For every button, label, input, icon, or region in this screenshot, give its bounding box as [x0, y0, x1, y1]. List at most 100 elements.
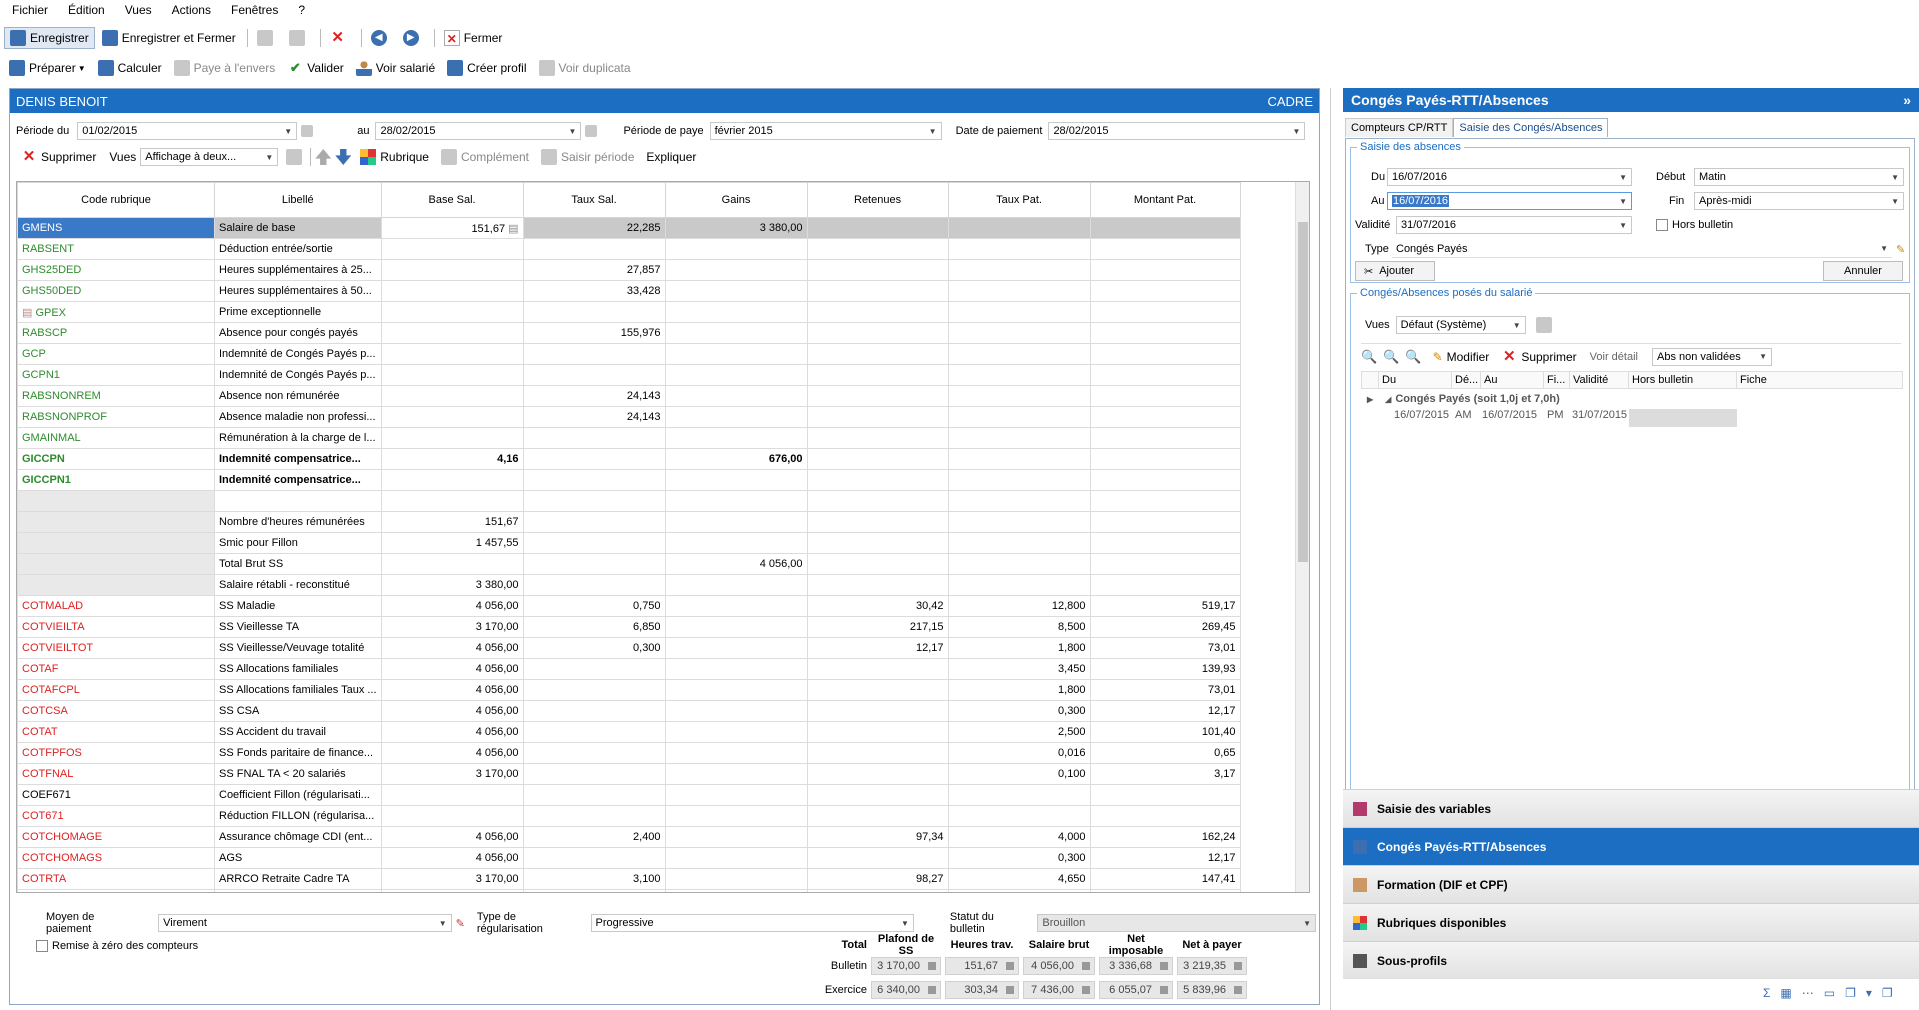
cell-base[interactable] [380, 280, 524, 302]
menu-item[interactable]: ? [298, 3, 305, 17]
cell-mpat[interactable] [1089, 238, 1241, 260]
cell-label[interactable]: Heures supplémentaires à 25... [214, 259, 382, 281]
menu-item[interactable]: Édition [68, 3, 105, 17]
cell-code[interactable]: COTFNAL [17, 763, 215, 785]
cell-gains[interactable] [664, 469, 808, 491]
cell-code[interactable]: COTAT [17, 721, 215, 743]
cell-base[interactable]: 4 056,00 [380, 679, 524, 701]
calendar-icon[interactable] [301, 125, 314, 137]
leave-column-header[interactable]: Fi... [1543, 372, 1569, 388]
print-preview-button[interactable] [284, 27, 314, 49]
table-row[interactable]: COTAFCPL SS Allocations familiales Taux .… [17, 679, 1241, 701]
windows-icon[interactable]: ❐ [1882, 986, 1893, 1000]
cell-mpat[interactable] [1089, 784, 1241, 806]
cell-taux[interactable]: 27,857 [522, 259, 666, 281]
grid-settings-icon[interactable] [1535, 317, 1552, 333]
cell-code[interactable]: GHS50DED [17, 280, 215, 302]
cell-code[interactable]: COTCHOMAGS [17, 847, 215, 869]
cell-gains[interactable] [664, 259, 808, 281]
cell-taux[interactable] [522, 490, 666, 512]
cell-taux[interactable]: 33,428 [522, 280, 666, 302]
view-duplicate-button[interactable]: Voir duplicata [534, 57, 636, 79]
status-select[interactable]: Brouillon ▼ [1037, 914, 1317, 932]
cell-label[interactable]: Absence non rémunérée [214, 385, 382, 407]
add-button[interactable]: ✂ Ajouter [1355, 261, 1435, 281]
expand-icon[interactable]: ▶ [1367, 395, 1373, 404]
table-row[interactable]: RABSCP Absence pour congés payés 155,976 [17, 322, 1241, 344]
table-row[interactable]: Smic pour Fillon 1 457,55 [17, 532, 1241, 554]
cell-tpat[interactable] [947, 322, 1091, 344]
cell-tpat[interactable] [947, 427, 1091, 449]
scrollbar-thumb[interactable] [1298, 222, 1308, 562]
cell-tpat[interactable] [947, 280, 1091, 302]
hors-bulletin-checkbox[interactable] [1656, 219, 1668, 231]
cell-code[interactable]: GCP [17, 343, 215, 365]
cell-label[interactable]: Nombre d'heures rémunérées [214, 511, 382, 533]
cell-mpat[interactable]: 12,17 [1089, 847, 1241, 869]
leave-group-row[interactable]: ▶ ◢ Congés Payés (soit 1,0j et 7,0h) [1361, 389, 1903, 409]
cancel-button[interactable]: Annuler [1823, 261, 1903, 281]
pay-date-field[interactable]: 28/02/2015 ▼ [1048, 122, 1306, 140]
cell-code[interactable]: RABSCP [17, 322, 215, 344]
cell-code[interactable]: GICCPN [17, 448, 215, 470]
cell-ret[interactable] [806, 511, 949, 533]
cell-ret[interactable] [806, 721, 949, 743]
cell-ret[interactable] [806, 490, 949, 512]
cell-tpat[interactable]: 1,800 [947, 679, 1091, 701]
table-row[interactable]: COTFPFOS SS Fonds paritaire de finance...… [17, 742, 1241, 764]
cell-mpat[interactable]: 26,78 [1089, 889, 1241, 892]
close-button[interactable]: ✕ Fermer [439, 27, 508, 49]
cell-code[interactable] [17, 574, 215, 596]
table-row[interactable]: COTRTBAGIRC Retraite Cadre TB210,00 16,38… [17, 889, 1241, 892]
cell-label[interactable]: SS Vieillesse TA [214, 616, 382, 638]
column-header[interactable]: Base Sal. [380, 182, 524, 218]
table-row[interactable]: COTCSA SS CSA 4 056,00 0,300 12,17 [17, 700, 1241, 722]
rubrique-button[interactable]: Rubrique [355, 146, 434, 168]
cell-base[interactable]: 4 056,00 [380, 700, 524, 722]
cell-tpat[interactable]: 1,800 [947, 637, 1091, 659]
cell-tpat[interactable]: 0,300 [947, 847, 1091, 869]
cell-ret[interactable] [806, 742, 949, 764]
cell-base[interactable] [380, 427, 524, 449]
column-header[interactable]: Montant Pat. [1089, 182, 1241, 218]
cell-taux[interactable] [522, 721, 666, 743]
cell-tpat[interactable] [947, 574, 1091, 596]
cell-gains[interactable]: 3 380,00 [664, 217, 808, 239]
cell-ret[interactable]: 30,42 [806, 595, 949, 617]
cell-ret[interactable] [806, 784, 949, 806]
cell-label[interactable]: Réduction FILLON (régularisa... [214, 805, 382, 827]
cell-tpat[interactable]: 4,650 [947, 868, 1091, 890]
cell-tpat[interactable] [947, 385, 1091, 407]
menu-item[interactable]: Fichier [12, 3, 48, 17]
zoom-out-icon[interactable]: 🔍 [1405, 349, 1421, 365]
cell-base[interactable]: 151,67 ▤ [380, 217, 524, 239]
panel-divider[interactable] [1330, 88, 1331, 1010]
cell-gains[interactable] [664, 364, 808, 386]
cell-gains[interactable] [664, 763, 808, 785]
cell-label[interactable]: Indemnité compensatrice... [214, 469, 382, 491]
grid-settings-icon[interactable] [286, 149, 303, 165]
create-profile-button[interactable]: Créer profil [442, 57, 531, 79]
cell-label[interactable]: SS Vieillesse/Veuvage totalité [214, 637, 382, 659]
cell-tpat[interactable]: 0,016 [947, 742, 1091, 764]
cell-mpat[interactable] [1089, 259, 1241, 281]
cell-tpat[interactable]: 0,300 [947, 700, 1091, 722]
cell-gains[interactable] [664, 805, 808, 827]
debut-select[interactable]: Matin ▼ [1694, 168, 1904, 186]
cell-gains[interactable] [664, 847, 808, 869]
cell-base[interactable] [380, 343, 524, 365]
cell-label[interactable]: SS Allocations familiales [214, 658, 382, 680]
cell-label[interactable]: Smic pour Fillon [214, 532, 382, 554]
input-button-icon[interactable]: ▤ [505, 223, 518, 235]
cell-mpat[interactable] [1089, 469, 1241, 491]
cell-taux[interactable] [522, 427, 666, 449]
cell-gains[interactable] [664, 889, 808, 892]
cell-base[interactable]: 4 056,00 [380, 658, 524, 680]
leave-column-header[interactable]: Fiche [1736, 372, 1836, 388]
cell-mpat[interactable] [1089, 490, 1241, 512]
cell-code[interactable]: COT671 [17, 805, 215, 827]
cell-ret[interactable]: 217,15 [806, 616, 949, 638]
cell-code[interactable]: GMENS [17, 217, 215, 239]
cell-label[interactable]: Salaire rétabli - reconstitué [214, 574, 382, 596]
cell-base[interactable]: 3 380,00 [380, 574, 524, 596]
